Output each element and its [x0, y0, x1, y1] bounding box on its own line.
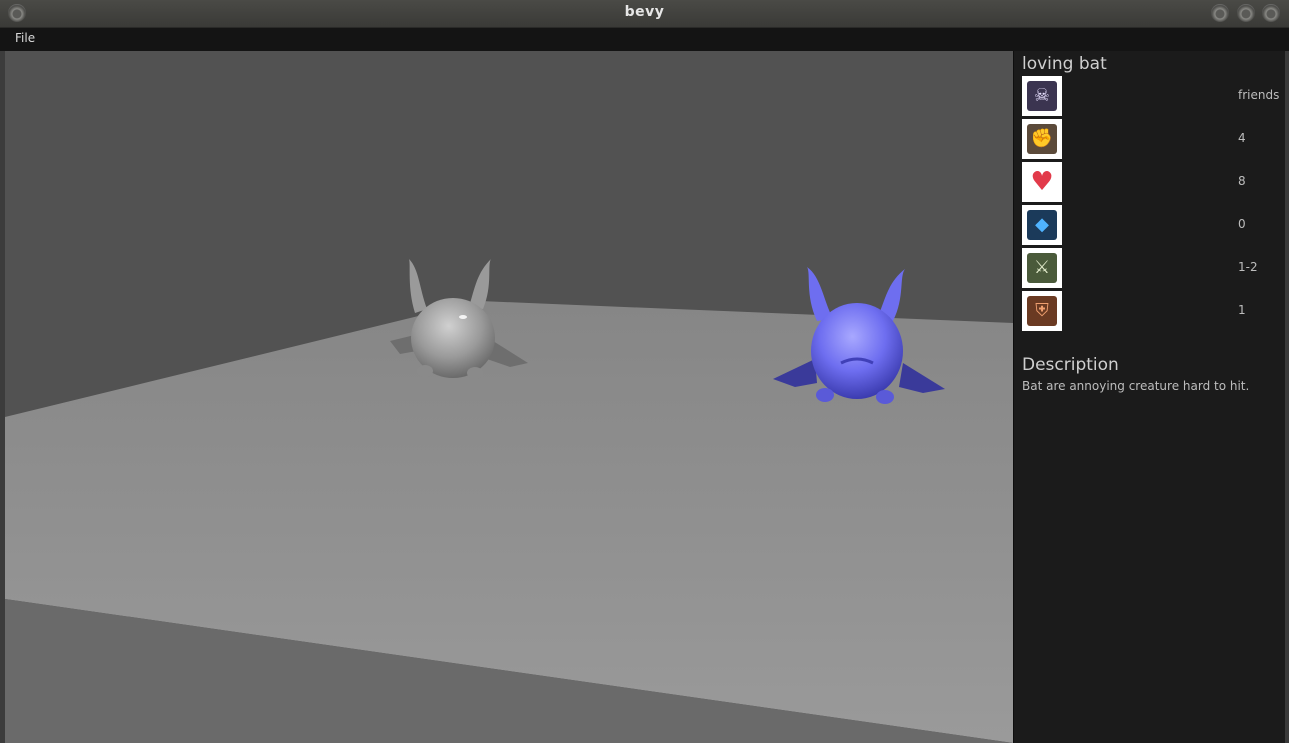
stat-value: 1	[1238, 303, 1246, 317]
creature-info-panel: loving bat ☠ friends ✊ 4 ♥ 8 ◆ 0 ⚔ 1-2 ⛨	[1013, 51, 1286, 743]
stat-value: 0	[1238, 217, 1246, 231]
window-title: bevy	[624, 4, 665, 20]
creature-name: loving bat	[1022, 54, 1107, 74]
maximize-icon[interactable]	[1237, 4, 1255, 22]
stat-row-mana: ◆ 0	[1022, 205, 1284, 245]
stat-value: 4	[1238, 131, 1246, 145]
pirate-skull-icon: ☠	[1022, 76, 1062, 116]
menu-bar: File	[0, 28, 1289, 51]
stat-value: friends	[1238, 88, 1280, 102]
window-title-bar: bevy	[0, 0, 1289, 28]
stat-row-strength: ✊ 4	[1022, 119, 1284, 159]
menu-file[interactable]: File	[15, 31, 35, 45]
minimize-icon[interactable]	[1211, 4, 1229, 22]
stat-row-damage: ⚔ 1-2	[1022, 248, 1284, 288]
description-title: Description	[1022, 355, 1119, 375]
shield-icon: ⛨	[1022, 291, 1062, 331]
stat-row-health: ♥ 8	[1022, 162, 1284, 202]
crossed-swords-icon: ⚔	[1022, 248, 1062, 288]
blue-crystal-icon: ◆	[1022, 205, 1062, 245]
stat-row-armor: ⛨ 1	[1022, 291, 1284, 331]
close-icon[interactable]	[1262, 4, 1280, 22]
heart-icon: ♥	[1022, 162, 1062, 202]
description-text: Bat are annoying creature hard to hit.	[1022, 379, 1250, 393]
scene-render	[5, 51, 1013, 743]
scene-viewport[interactable]	[5, 51, 1013, 743]
panel-edge	[1285, 51, 1289, 743]
stat-value: 1-2	[1238, 260, 1258, 274]
stat-row-alignment: ☠ friends	[1022, 76, 1284, 116]
stat-value: 8	[1238, 174, 1246, 188]
fist-icon: ✊	[1022, 119, 1062, 159]
